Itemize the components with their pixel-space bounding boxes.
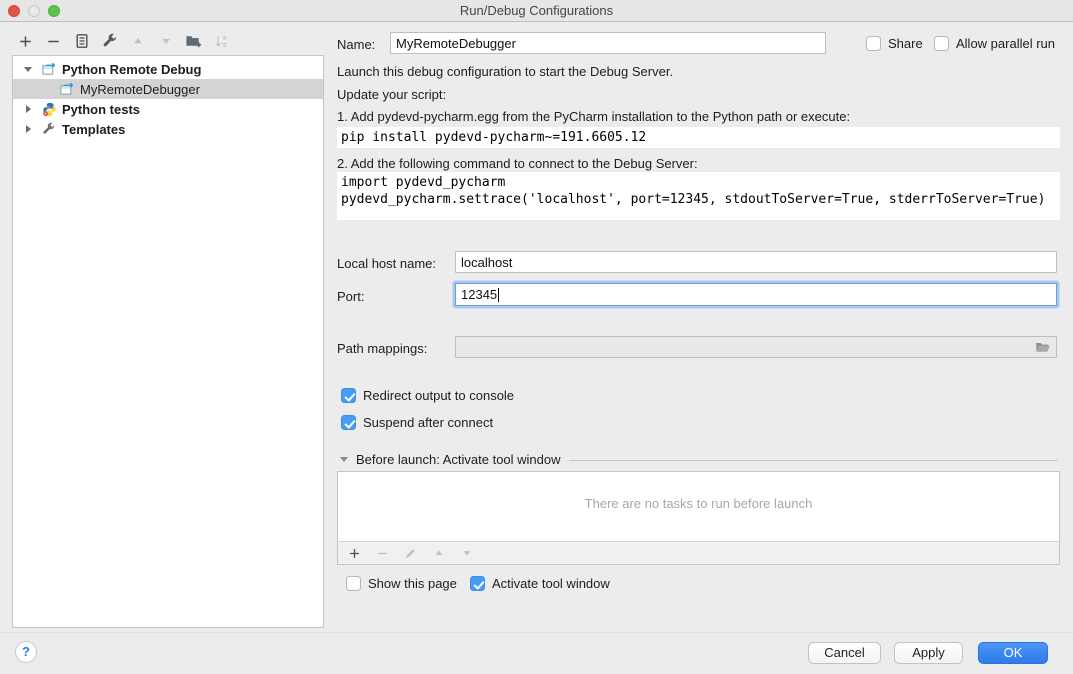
expand-arrow-icon[interactable] [23, 104, 33, 114]
port-label: Port: [337, 289, 364, 304]
checkbox-icon[interactable] [341, 415, 356, 430]
copy-icon[interactable] [73, 33, 90, 50]
tree-item-python-tests[interactable]: Python tests [13, 99, 323, 119]
pip-install-code-snippet: pip install pydevd-pycharm~=191.6605.12 [337, 127, 1060, 148]
cancel-button[interactable]: Cancel [808, 642, 881, 664]
allow-parallel-run-checkbox[interactable]: Allow parallel run [934, 36, 1055, 51]
instruction-line-2: Update your script: [337, 87, 446, 102]
instruction-step-1: 1. Add pydevd-pycharm.egg from the PyCha… [337, 109, 850, 124]
allow-parallel-run-label: Allow parallel run [956, 36, 1055, 51]
expand-arrow-icon[interactable] [23, 124, 33, 134]
show-this-page-label: Show this page [368, 576, 457, 591]
empty-task-hint: There are no tasks to run before launch [338, 496, 1059, 511]
help-button[interactable]: ? [15, 641, 37, 663]
port-input[interactable]: 12345 [455, 283, 1057, 306]
code-line: pydevd_pycharm.settrace('localhost', por… [341, 191, 1060, 208]
run-debug-configurations-dialog: Run/Debug Configurations [0, 0, 1073, 674]
configurations-toolbar [17, 30, 230, 52]
activate-tool-window-checkbox[interactable]: Activate tool window [470, 576, 610, 591]
apply-button[interactable]: Apply [894, 642, 963, 664]
configurations-tree: Python Remote Debug MyRemoteDebugger Pyt… [12, 55, 324, 628]
local-host-name-input[interactable] [455, 251, 1057, 273]
tree-item-label: Templates [62, 122, 125, 137]
collapse-arrow-icon[interactable] [340, 457, 348, 462]
tree-item-label: Python tests [62, 102, 140, 117]
remove-icon [375, 546, 390, 561]
edit-templates-icon[interactable] [101, 33, 118, 50]
before-launch-section-header[interactable]: Before launch: Activate tool window [340, 452, 1058, 467]
tree-item-label: MyRemoteDebugger [80, 82, 200, 97]
remove-icon[interactable] [45, 33, 62, 50]
text-caret [498, 288, 499, 302]
path-mappings-label: Path mappings: [337, 341, 427, 356]
add-icon[interactable] [347, 546, 362, 561]
checkbox-icon[interactable] [341, 388, 356, 403]
move-up-icon [129, 33, 146, 50]
suspend-after-connect-checkbox[interactable]: Suspend after connect [341, 415, 493, 430]
checkbox-icon[interactable] [470, 576, 485, 591]
remote-debug-icon [41, 61, 57, 77]
before-launch-task-list: There are no tasks to run before launch [337, 471, 1060, 565]
move-down-icon [157, 33, 174, 50]
name-input[interactable] [390, 32, 826, 54]
task-list-toolbar [338, 541, 1059, 564]
share-checkbox[interactable]: Share [866, 36, 923, 51]
move-down-icon [459, 546, 474, 561]
suspend-after-connect-label: Suspend after connect [363, 415, 493, 430]
window-title: Run/Debug Configurations [0, 3, 1073, 18]
python-icon [41, 101, 57, 117]
activate-tool-window-label: Activate tool window [492, 576, 610, 591]
checkbox-icon[interactable] [934, 36, 949, 51]
tree-item-python-remote-debug[interactable]: Python Remote Debug [13, 59, 323, 79]
show-this-page-checkbox[interactable]: Show this page [346, 576, 457, 591]
remote-debug-icon [59, 81, 75, 97]
code-line: import pydevd_pycharm [341, 174, 1060, 191]
share-label: Share [888, 36, 923, 51]
ok-button[interactable]: OK [978, 642, 1048, 664]
name-label: Name: [337, 37, 375, 52]
tree-item-templates[interactable]: Templates [13, 119, 323, 139]
instruction-step-2: 2. Add the following command to connect … [337, 156, 698, 171]
sort-alphabetically-icon [213, 33, 230, 50]
section-divider [569, 460, 1058, 461]
collapse-arrow-icon[interactable] [23, 64, 33, 74]
local-host-name-label: Local host name: [337, 256, 436, 271]
redirect-output-label: Redirect output to console [363, 388, 514, 403]
settrace-code-snippet: import pydevd_pycharmpydevd_pycharm.sett… [337, 172, 1060, 220]
checkbox-icon[interactable] [346, 576, 361, 591]
move-up-icon [431, 546, 446, 561]
checkbox-icon[interactable] [866, 36, 881, 51]
dialog-footer: ? Cancel Apply OK [0, 632, 1073, 674]
edit-icon [403, 546, 418, 561]
instruction-line-1: Launch this debug configuration to start… [337, 64, 673, 79]
port-value: 12345 [461, 287, 497, 302]
wrench-icon [41, 121, 57, 137]
new-folder-icon[interactable] [185, 33, 202, 50]
title-bar: Run/Debug Configurations [0, 0, 1073, 22]
tree-item-myremotedebugger[interactable]: MyRemoteDebugger [13, 79, 323, 99]
before-launch-title: Before launch: Activate tool window [356, 452, 561, 467]
add-icon[interactable] [17, 33, 34, 50]
path-mappings-input[interactable] [455, 336, 1057, 358]
redirect-output-checkbox[interactable]: Redirect output to console [341, 388, 514, 403]
folder-icon[interactable] [1035, 340, 1051, 357]
tree-item-label: Python Remote Debug [62, 62, 201, 77]
